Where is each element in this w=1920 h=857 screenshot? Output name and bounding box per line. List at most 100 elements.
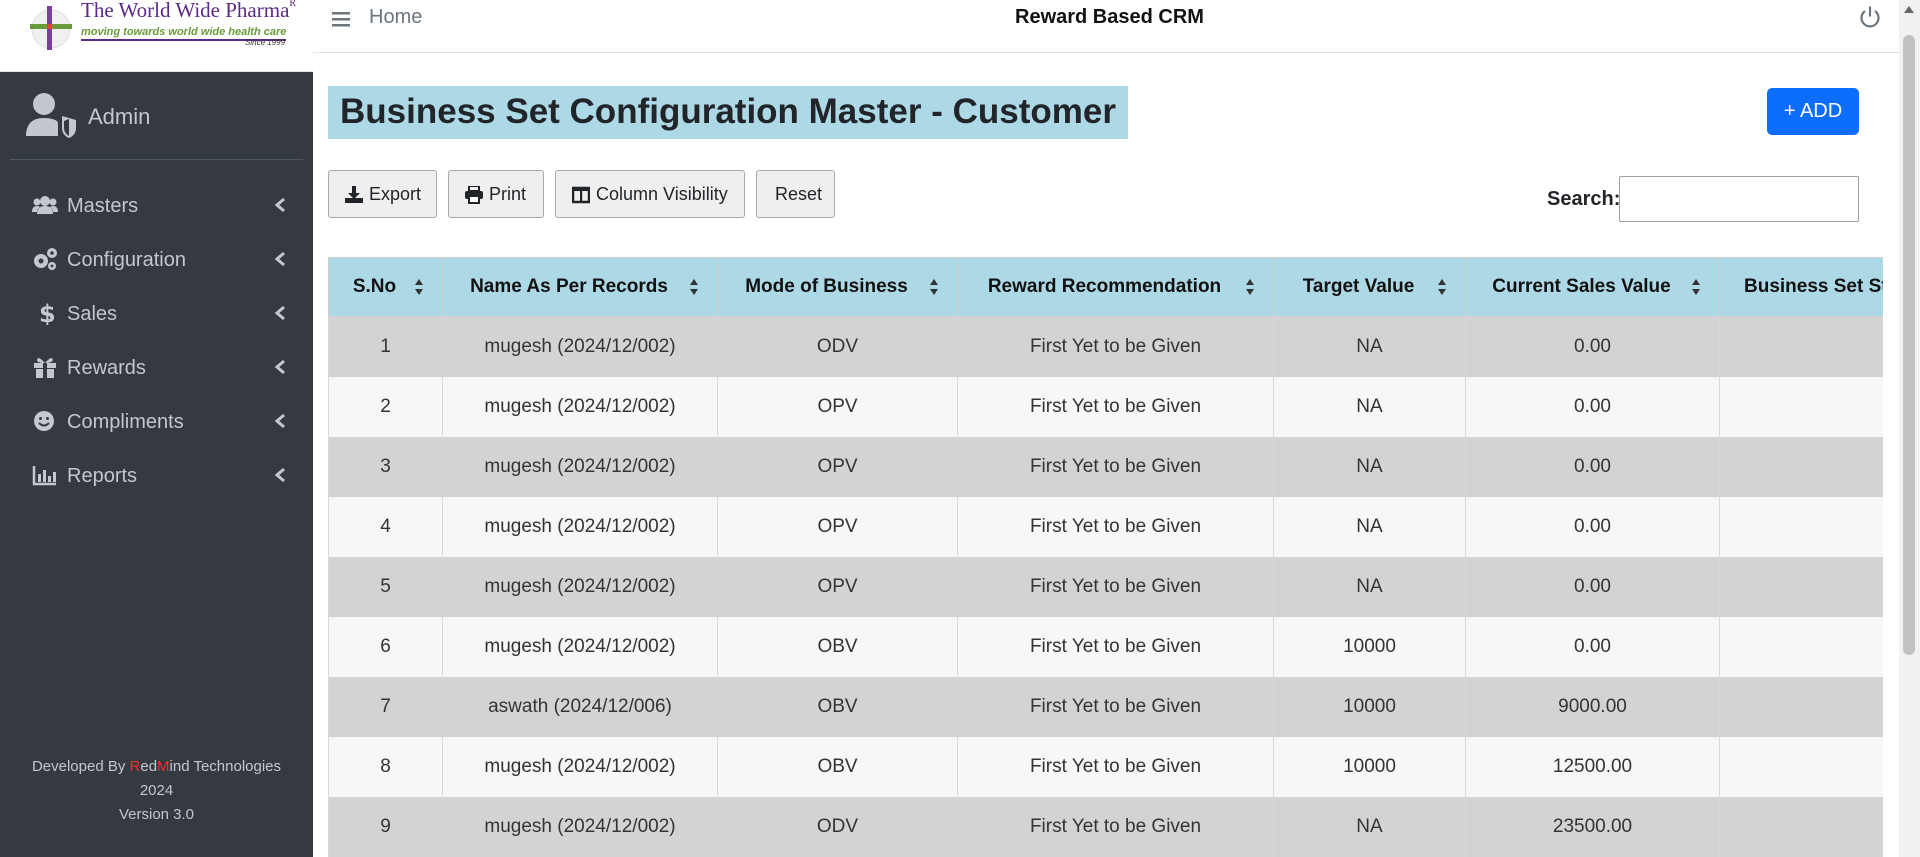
sidebar-item-compliments[interactable]: Compliments (10, 394, 303, 448)
sidebar-nav: Masters Configuration $ Sales Rewards Co… (10, 178, 303, 502)
smile-icon (34, 411, 54, 431)
table-cell: First Yet to be Given (957, 436, 1274, 497)
table-cell: 7 (328, 676, 443, 737)
table-row[interactable]: 1 mugesh (2024/12/002) ODV First Yet to be … (328, 316, 1883, 377)
footer-year: 2024 (139, 782, 174, 799)
sidebar-item-label: Reports (67, 465, 138, 487)
chevron-left-icon (274, 413, 285, 429)
sidebar-item-reports[interactable]: Reports (10, 448, 303, 502)
table-row[interactable]: 2 mugesh (2024/12/002) OPV First Yet to be … (328, 376, 1883, 437)
chart-icon (32, 466, 56, 486)
add-button[interactable]: + ADD (1767, 88, 1859, 135)
table-cell: 0.00 (1465, 616, 1720, 677)
table-cell: 10000 (1273, 616, 1466, 677)
table-row[interactable]: 3 mugesh (2024/12/002) OPV First Yet to be … (328, 436, 1883, 497)
sidebar-item-label: Masters (67, 195, 139, 217)
table-cell: NA (1273, 316, 1466, 377)
table-cell: mugesh (2024/12/002) (442, 616, 718, 677)
column-header-mode[interactable]: Mode of Business (717, 257, 958, 317)
power-logout-icon[interactable] (1858, 5, 1882, 29)
table-row[interactable]: 5 mugesh (2024/12/002) OPV First Yet to be … (328, 556, 1883, 617)
users-icon (32, 196, 58, 214)
sort-icon (690, 279, 698, 295)
home-link[interactable]: Home (369, 6, 422, 29)
table-cell: 01-11-2 (1719, 736, 1883, 797)
sidebar-item-rewards[interactable]: Rewards (10, 340, 303, 394)
print-button[interactable]: Print (448, 170, 544, 218)
table-cell: 01-12-2 (1719, 556, 1883, 617)
user-shield-icon (26, 93, 76, 138)
table-body: 1 mugesh (2024/12/002) ODV First Yet to be … (328, 316, 1883, 857)
sidebar-item-sales[interactable]: $ Sales (10, 286, 303, 340)
chevron-left-icon (274, 251, 285, 267)
table-cell: NA (1273, 496, 1466, 557)
table-cell: 9000.00 (1465, 676, 1720, 737)
table-row[interactable]: 6 mugesh (2024/12/002) OBV First Yet to be … (328, 616, 1883, 677)
sidebar-item-label: Sales (67, 303, 118, 325)
table-cell: OBV (717, 616, 958, 677)
download-icon (345, 186, 363, 203)
table-cell: First Yet to be Given (957, 316, 1274, 377)
table-cell: OPV (717, 556, 958, 617)
table-cell: 12500.00 (1465, 736, 1720, 797)
export-button[interactable]: Export (328, 170, 437, 218)
top-navbar: Home Reward Based CRM (313, 0, 1920, 53)
pharma-cross-logo-icon (30, 6, 72, 50)
table-cell: mugesh (2024/12/002) (442, 736, 718, 797)
column-header-reward[interactable]: Reward Recommendation (957, 257, 1274, 317)
table-cell: OPV (717, 496, 958, 557)
table-cell: OBV (717, 676, 958, 737)
table-cell: 1 (328, 316, 443, 377)
table-cell: mugesh (2024/12/002) (442, 556, 718, 617)
table-cell: 01-04-2 (1719, 496, 1883, 557)
table-cell: NA (1273, 556, 1466, 617)
table-cell: 0.00 (1465, 376, 1720, 437)
search-input[interactable] (1619, 176, 1859, 222)
table-cell: 10000 (1273, 676, 1466, 737)
sidebar-item-configuration[interactable]: Configuration (10, 232, 303, 286)
table-cell: mugesh (2024/12/002) (442, 496, 718, 557)
table-row[interactable]: 7 aswath (2024/12/006) OBV First Yet to be … (328, 676, 1883, 737)
column-header-sno[interactable]: S.No (328, 257, 443, 317)
table-cell: OPV (717, 436, 958, 497)
table-cell: 10000 (1273, 736, 1466, 797)
sort-icon (1438, 279, 1446, 295)
table-cell: mugesh (2024/12/002) (442, 316, 718, 377)
sort-icon (930, 279, 938, 295)
table-cell: NA (1273, 436, 1466, 497)
table-cell: 0.00 (1465, 556, 1720, 617)
column-header-name[interactable]: Name As Per Records (442, 257, 718, 317)
reset-button[interactable]: Reset (756, 170, 835, 218)
column-header-start-date[interactable]: Business Set Start Date (1719, 257, 1883, 317)
table-cell: 9 (328, 796, 443, 857)
brand-logo[interactable]: The World Wide PharmaR moving towards wo… (0, 0, 313, 72)
user-panel[interactable]: Admin (10, 90, 303, 160)
table-cell: 01-04-1 (1719, 676, 1883, 737)
business-set-table: S.No Name As Per Records Mode of Busines… (328, 257, 1883, 857)
chevron-left-icon (274, 305, 285, 321)
hamburger-menu-icon[interactable] (331, 8, 353, 30)
sidebar: The World Wide PharmaR moving towards wo… (0, 0, 313, 857)
table-cell: mugesh (2024/12/002) (442, 796, 718, 857)
table-cell: 01-06-2 (1719, 316, 1883, 377)
table-cell: 3 (328, 436, 443, 497)
table-cell: 4 (328, 496, 443, 557)
app-title: Reward Based CRM (1015, 6, 1204, 28)
columns-icon (572, 186, 590, 204)
sidebar-item-masters[interactable]: Masters (10, 178, 303, 232)
table-cell: 01-01-1 (1719, 436, 1883, 497)
table-row[interactable]: 8 mugesh (2024/12/002) OBV First Yet to be … (328, 736, 1883, 797)
table-cell: NA (1273, 796, 1466, 857)
column-visibility-button[interactable]: Column Visibility (555, 170, 745, 218)
sidebar-item-label: Configuration (67, 249, 186, 271)
table-cell: First Yet to be Given (957, 676, 1274, 737)
scroll-up-arrow-icon[interactable] (1904, 6, 1914, 13)
table-row[interactable]: 9 mugesh (2024/12/002) ODV First Yet to be … (328, 796, 1883, 857)
column-header-target[interactable]: Target Value (1273, 257, 1466, 317)
gears-icon (34, 248, 57, 270)
sidebar-footer: Developed By RedMind Technologies 2024 V… (0, 755, 313, 827)
sort-icon (415, 279, 423, 295)
scrollbar-thumb[interactable] (1903, 35, 1915, 655)
table-row[interactable]: 4 mugesh (2024/12/002) OPV First Yet to be … (328, 496, 1883, 557)
column-header-current-sales[interactable]: Current Sales Value (1465, 257, 1720, 317)
